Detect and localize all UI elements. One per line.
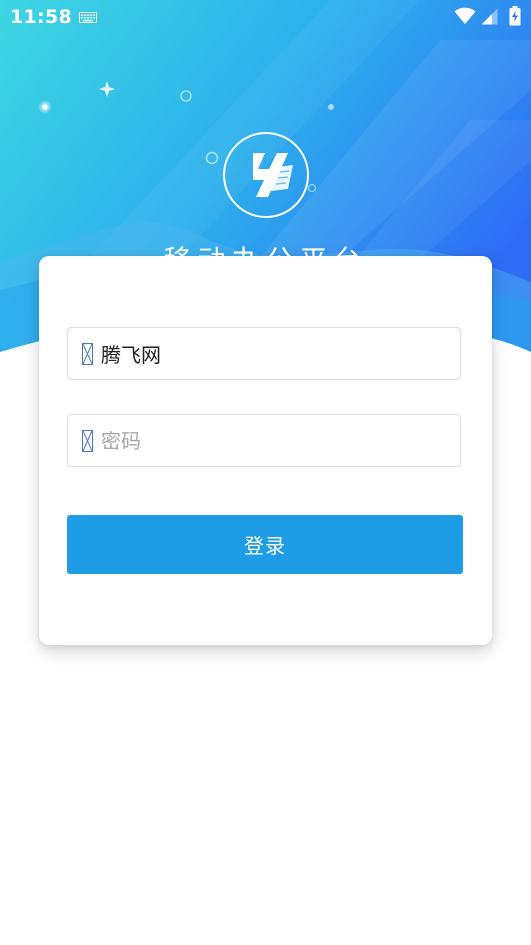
login-card: 登录 xyxy=(39,256,492,645)
keyboard-icon xyxy=(79,12,97,23)
password-input[interactable] xyxy=(101,415,451,466)
battery-charging-icon xyxy=(509,6,521,26)
app-logo-icon xyxy=(223,132,309,218)
login-button[interactable]: 登录 xyxy=(67,515,463,574)
wifi-icon xyxy=(454,7,476,25)
username-field[interactable] xyxy=(67,327,461,380)
lock-icon xyxy=(82,430,93,452)
status-time: 11:58 xyxy=(10,6,72,28)
login-screen: 11:58 腾飞网 登录 xyxy=(0,0,531,945)
status-bar: 11:58 xyxy=(0,0,531,36)
user-icon xyxy=(82,343,93,365)
cellular-signal-icon xyxy=(481,8,498,25)
password-field[interactable] xyxy=(67,414,461,467)
username-input[interactable] xyxy=(101,328,451,379)
